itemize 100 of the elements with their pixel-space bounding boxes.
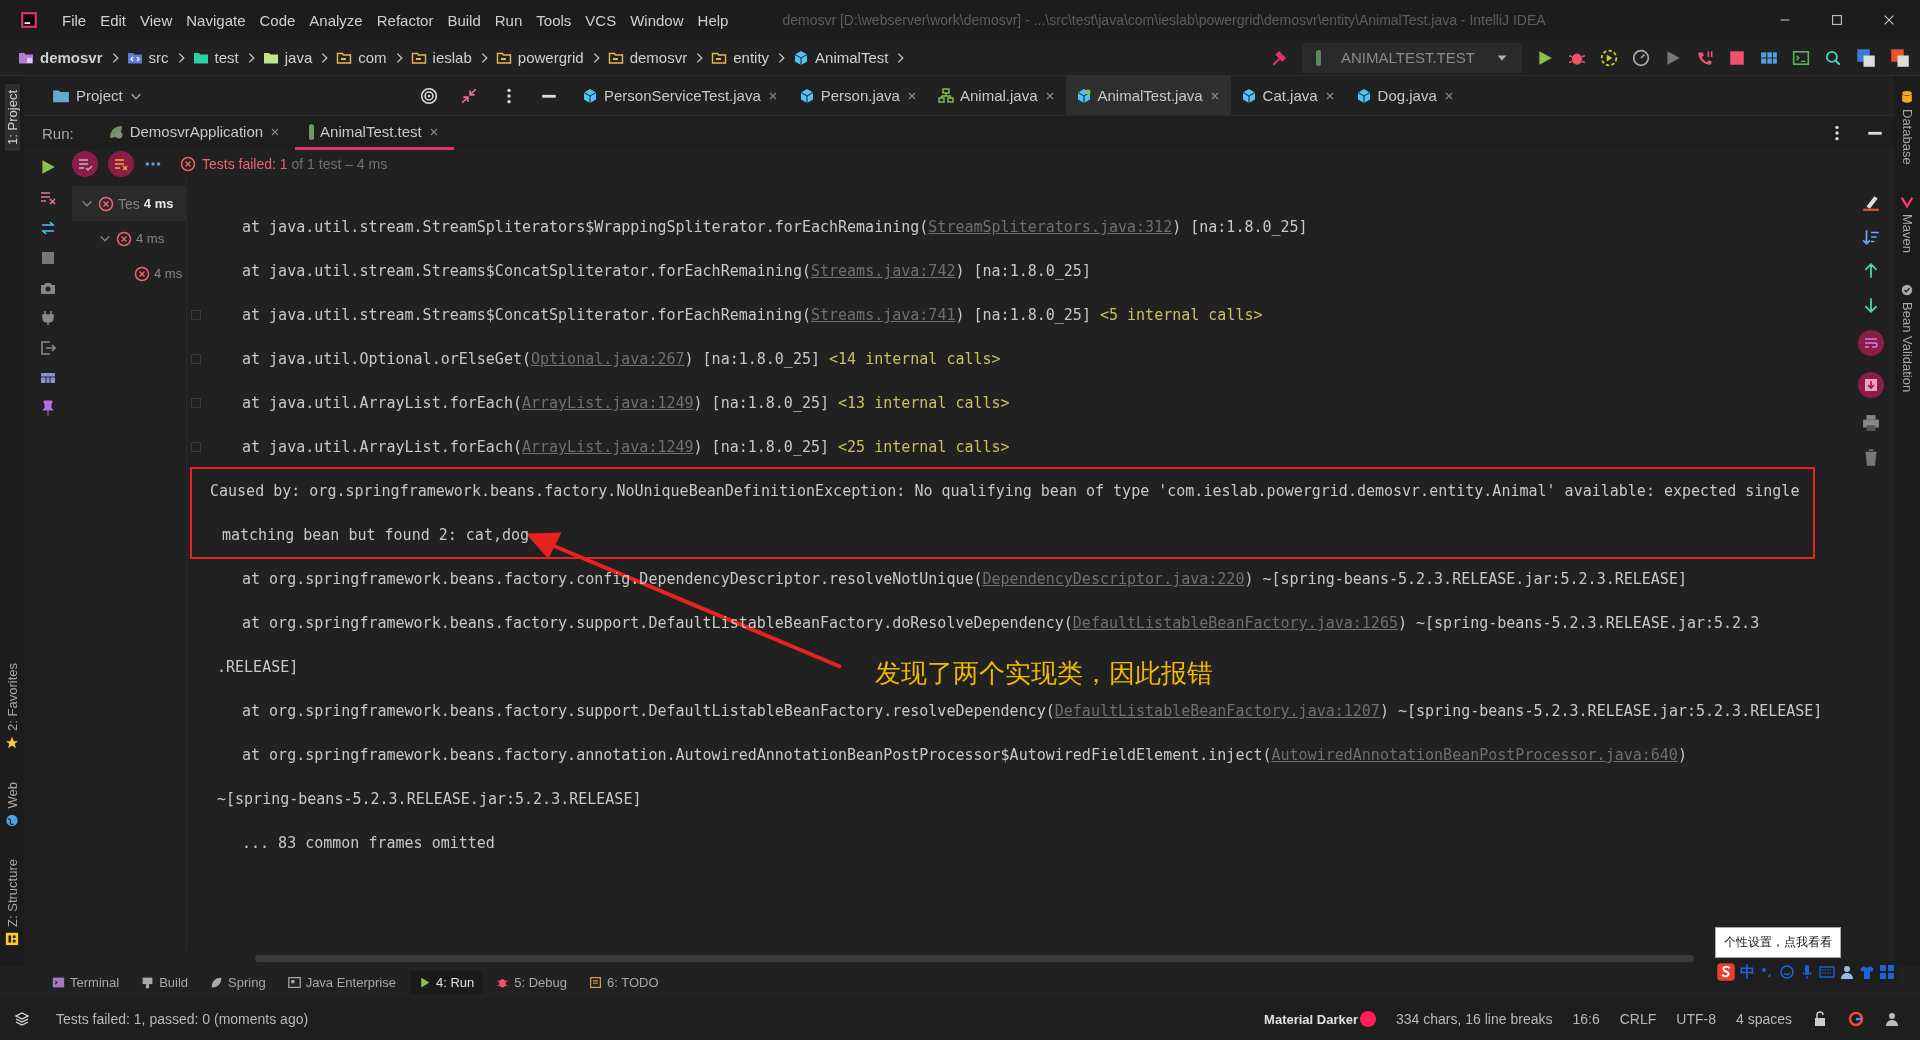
maximize-icon[interactable]	[1830, 13, 1844, 27]
clear-failed-icon[interactable]	[40, 190, 56, 206]
translate-icon[interactable]	[1856, 47, 1876, 68]
internal-calls-link[interactable]: <25 internal calls>	[838, 438, 1010, 456]
tool-window-tab[interactable]: Maven	[1899, 188, 1915, 259]
soft-wrap-button[interactable]	[1858, 330, 1884, 356]
fold-marker[interactable]	[191, 398, 201, 408]
scroll-to-end-button[interactable]	[1858, 372, 1884, 398]
menu-item[interactable]: Refactor	[370, 7, 440, 33]
tool-window-tab[interactable]: Terminal	[44, 970, 128, 994]
tool-window-tab[interactable]: Z: Structure	[4, 853, 20, 952]
fold-marker[interactable]	[191, 310, 201, 320]
test-tree-row[interactable]: 4 ms	[72, 256, 186, 291]
menu-item[interactable]: Analyze	[303, 7, 369, 33]
printer-icon[interactable]	[1862, 414, 1880, 432]
menu-item[interactable]: Help	[691, 7, 735, 33]
grid-icon[interactable]	[1879, 964, 1895, 980]
menu-item[interactable]: Build	[441, 7, 487, 33]
menu-item[interactable]: Tools	[530, 7, 578, 33]
pin-icon[interactable]	[40, 400, 56, 416]
file-encoding[interactable]: UTF-8	[1676, 1011, 1716, 1027]
test-tree-row[interactable]: 4 ms	[72, 221, 186, 256]
internal-calls-link[interactable]: <5 internal calls>	[1099, 306, 1263, 324]
person-icon[interactable]	[1839, 964, 1855, 980]
translate-icon[interactable]	[1890, 47, 1910, 68]
breadcrumb[interactable]: test	[214, 49, 239, 66]
scrollbar-thumb[interactable]	[255, 954, 1694, 962]
menu-item[interactable]: File	[56, 7, 93, 33]
exit-icon[interactable]	[40, 340, 56, 356]
play-icon[interactable]	[1664, 48, 1682, 67]
run-icon[interactable]	[1536, 48, 1554, 67]
arrow-up-icon[interactable]	[1862, 262, 1880, 280]
menu-item[interactable]: Code	[253, 7, 302, 33]
editor-tab[interactable]: Animal.java	[927, 76, 1066, 115]
ime-logo-icon[interactable]	[1716, 962, 1736, 982]
show-ignored-button[interactable]	[108, 151, 134, 177]
breadcrumb[interactable]: ieslab	[432, 49, 472, 66]
terminal-icon[interactable]	[1792, 48, 1810, 67]
breadcrumb[interactable]: AnimalTest	[815, 49, 889, 66]
breadcrumb[interactable]: demosvr	[40, 49, 103, 66]
plug-icon[interactable]	[40, 310, 56, 326]
sort-icon[interactable]	[1862, 228, 1880, 246]
menu-item[interactable]: Window	[624, 7, 690, 33]
tool-window-tab[interactable]: Bean Validation	[1899, 276, 1915, 398]
tool-window-tab[interactable]: 6: TODO	[581, 970, 667, 994]
microphone-icon[interactable]	[1799, 964, 1815, 980]
run-tab[interactable]: AnimalTest.test	[295, 116, 454, 150]
tool-window-tab[interactable]: 5: Debug	[488, 970, 576, 994]
eraser-icon[interactable]	[1862, 194, 1880, 212]
menu-item[interactable]: View	[134, 7, 179, 33]
person-icon[interactable]	[1884, 1011, 1900, 1027]
breadcrumb[interactable]: powergrid	[517, 49, 584, 66]
stop-icon[interactable]	[40, 250, 56, 266]
indent-setting[interactable]: 4 spaces	[1735, 1011, 1792, 1027]
test-tree-row[interactable]: Tes 4 ms	[72, 186, 186, 221]
target-icon[interactable]	[420, 86, 438, 105]
editor-tab[interactable]: Cat.java	[1230, 76, 1346, 115]
editor-tab[interactable]: PersonServiceTest.java	[572, 76, 789, 115]
cursor-position[interactable]: 16:6	[1572, 1011, 1600, 1027]
run-config-dropdown[interactable]: ANIMALTEST.TEST	[1302, 42, 1522, 73]
breadcrumb[interactable]: com	[358, 49, 387, 66]
search-icon[interactable]	[1824, 48, 1842, 67]
show-passed-button[interactable]	[72, 151, 98, 177]
close-icon[interactable]	[1882, 13, 1896, 27]
editor-tab[interactable]: Person.java	[788, 76, 928, 115]
hammer-icon[interactable]	[1270, 48, 1288, 67]
fold-marker[interactable]	[191, 442, 201, 452]
line-separator[interactable]: CRLF	[1619, 1011, 1657, 1027]
stop-icon[interactable]	[1728, 48, 1746, 67]
breadcrumb[interactable]: java	[284, 49, 313, 66]
arrow-down-icon[interactable]	[1862, 296, 1880, 314]
lock-icon[interactable]	[1812, 1011, 1828, 1027]
collapse-icon[interactable]	[460, 86, 478, 105]
internal-calls-link[interactable]: <14 internal calls>	[829, 350, 1001, 368]
tool-window-tab[interactable]: Java Enterprise	[279, 970, 404, 994]
menu-item[interactable]: VCS	[579, 7, 623, 33]
tool-window-tab[interactable]: 2: Favorites	[4, 656, 20, 756]
tool-window-tab[interactable]: Database	[1899, 84, 1915, 171]
smiley-icon[interactable]	[1779, 964, 1795, 980]
tool-window-tab[interactable]: 1: Project	[4, 84, 20, 151]
editor-tab[interactable]: AnimalTest.java	[1065, 76, 1231, 115]
tool-window-tab[interactable]: Web	[4, 775, 20, 834]
theme-name[interactable]: Material Darker	[1264, 1011, 1359, 1027]
fold-marker[interactable]	[191, 354, 201, 364]
internal-calls-link[interactable]: <13 internal calls>	[838, 394, 1010, 412]
menu-item[interactable]: Navigate	[180, 7, 252, 33]
menu-item[interactable]: Edit	[94, 7, 133, 33]
tool-window-tab[interactable]: Spring	[202, 970, 274, 994]
tool-window-tab[interactable]: Build	[133, 970, 197, 994]
trash-icon[interactable]	[1862, 448, 1880, 466]
coverage-icon[interactable]	[1600, 48, 1618, 67]
run-icon[interactable]	[39, 158, 57, 176]
phone-icon[interactable]	[1696, 48, 1714, 67]
project-view-dropdown[interactable]: Project	[46, 85, 149, 106]
tool-window-tab[interactable]: 4: Run	[409, 970, 483, 994]
gauge-icon[interactable]	[1632, 48, 1650, 67]
editor-tab[interactable]: Dog.java	[1345, 76, 1465, 115]
g-logo-icon[interactable]	[1848, 1011, 1864, 1027]
breadcrumb[interactable]: entity	[733, 49, 770, 66]
breadcrumb[interactable]: demosvr	[629, 49, 688, 66]
